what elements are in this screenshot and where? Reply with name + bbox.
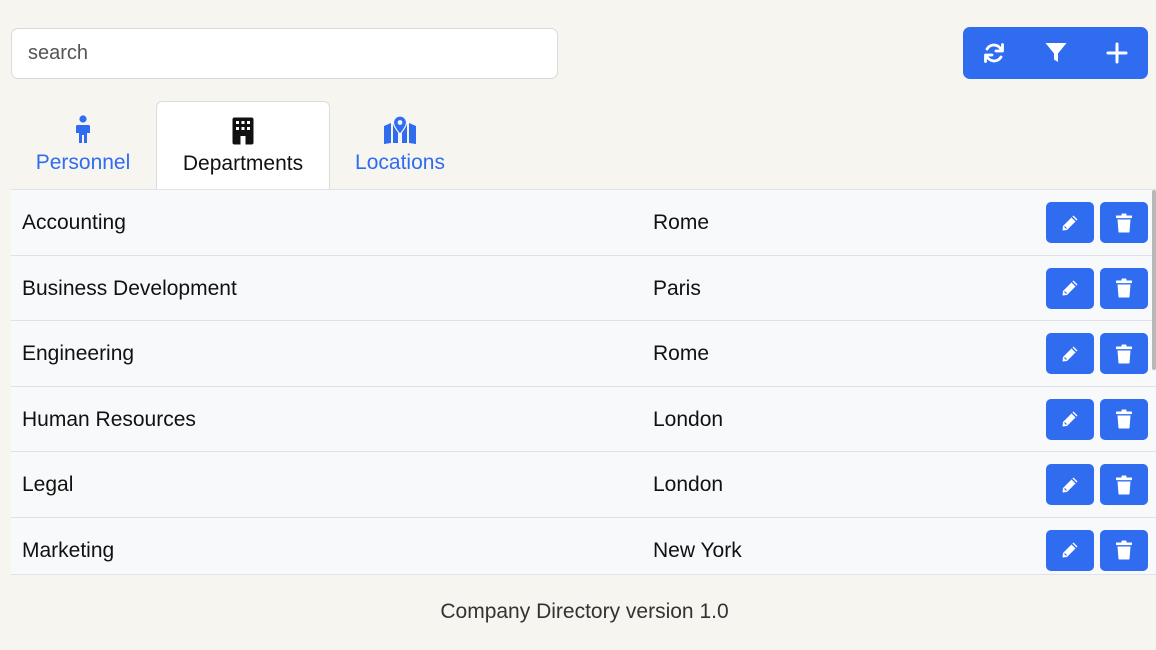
table-row: Marketing New York <box>11 517 1156 574</box>
table-row: Legal London <box>11 452 1156 518</box>
table-row: Accounting Rome <box>11 190 1156 256</box>
table-row: Business Development Paris <box>11 255 1156 321</box>
department-name: Business Development <box>22 276 237 300</box>
trash-icon <box>1116 344 1132 363</box>
department-name: Marketing <box>22 538 115 562</box>
tab-departments[interactable]: Departments <box>156 101 330 190</box>
person-icon <box>76 115 90 143</box>
table-row: Engineering Rome <box>11 321 1156 387</box>
tab-personnel-label: Personnel <box>35 151 131 174</box>
plus-icon <box>1106 42 1128 64</box>
refresh-icon <box>983 43 1004 63</box>
department-location: London <box>653 473 724 496</box>
delete-button[interactable] <box>1100 529 1148 571</box>
delete-button[interactable] <box>1100 333 1148 374</box>
trash-icon <box>1116 475 1132 494</box>
delete-button[interactable] <box>1100 267 1148 309</box>
delete-button[interactable] <box>1100 202 1148 243</box>
tab-personnel[interactable]: Personnel <box>25 101 141 190</box>
tab-locations-label: Locations <box>355 151 445 174</box>
department-name: Accounting <box>22 211 126 234</box>
trash-icon <box>1116 540 1132 560</box>
toolbar <box>963 27 1148 79</box>
department-list: Accounting Rome Business Development Paris E… <box>11 189 1156 575</box>
add-button[interactable] <box>1086 27 1148 79</box>
edit-button[interactable] <box>1046 202 1094 243</box>
edit-button[interactable] <box>1046 333 1094 374</box>
department-location: New York <box>653 538 742 562</box>
filter-button[interactable] <box>1025 27 1087 79</box>
department-location: London <box>653 407 724 431</box>
tab-departments-label: Departments <box>182 152 304 175</box>
delete-button[interactable] <box>1100 464 1148 505</box>
department-name: Legal <box>22 473 74 496</box>
pencil-icon <box>1062 346 1078 361</box>
department-name: Engineering <box>22 342 135 365</box>
refresh-button[interactable] <box>963 27 1025 79</box>
building-icon <box>232 117 254 145</box>
pencil-icon <box>1062 280 1078 296</box>
pencil-icon <box>1062 411 1078 427</box>
department-location: Rome <box>653 211 710 234</box>
edit-button[interactable] <box>1046 398 1094 440</box>
tab-locations[interactable]: Locations <box>345 101 455 190</box>
edit-button[interactable] <box>1046 529 1094 571</box>
edit-button[interactable] <box>1046 464 1094 505</box>
map-location-icon <box>384 116 416 144</box>
filter-icon <box>1045 43 1066 62</box>
pencil-icon <box>1062 542 1078 558</box>
search-input[interactable] <box>11 28 558 79</box>
edit-button[interactable] <box>1046 267 1094 309</box>
department-location: Paris <box>653 276 701 300</box>
scrollbar[interactable] <box>1152 190 1156 370</box>
pencil-icon <box>1062 477 1078 492</box>
table-row: Human Resources London <box>11 386 1156 452</box>
department-location: Rome <box>653 342 710 365</box>
trash-icon <box>1116 213 1132 232</box>
tab-bar: Personnel Departments Locations <box>11 101 1156 190</box>
footer-text: Company Directory version 1.0 <box>440 600 729 623</box>
trash-icon <box>1116 409 1132 429</box>
delete-button[interactable] <box>1100 398 1148 440</box>
department-name: Human Resources <box>22 407 196 431</box>
trash-icon <box>1116 278 1132 298</box>
pencil-icon <box>1062 215 1078 230</box>
